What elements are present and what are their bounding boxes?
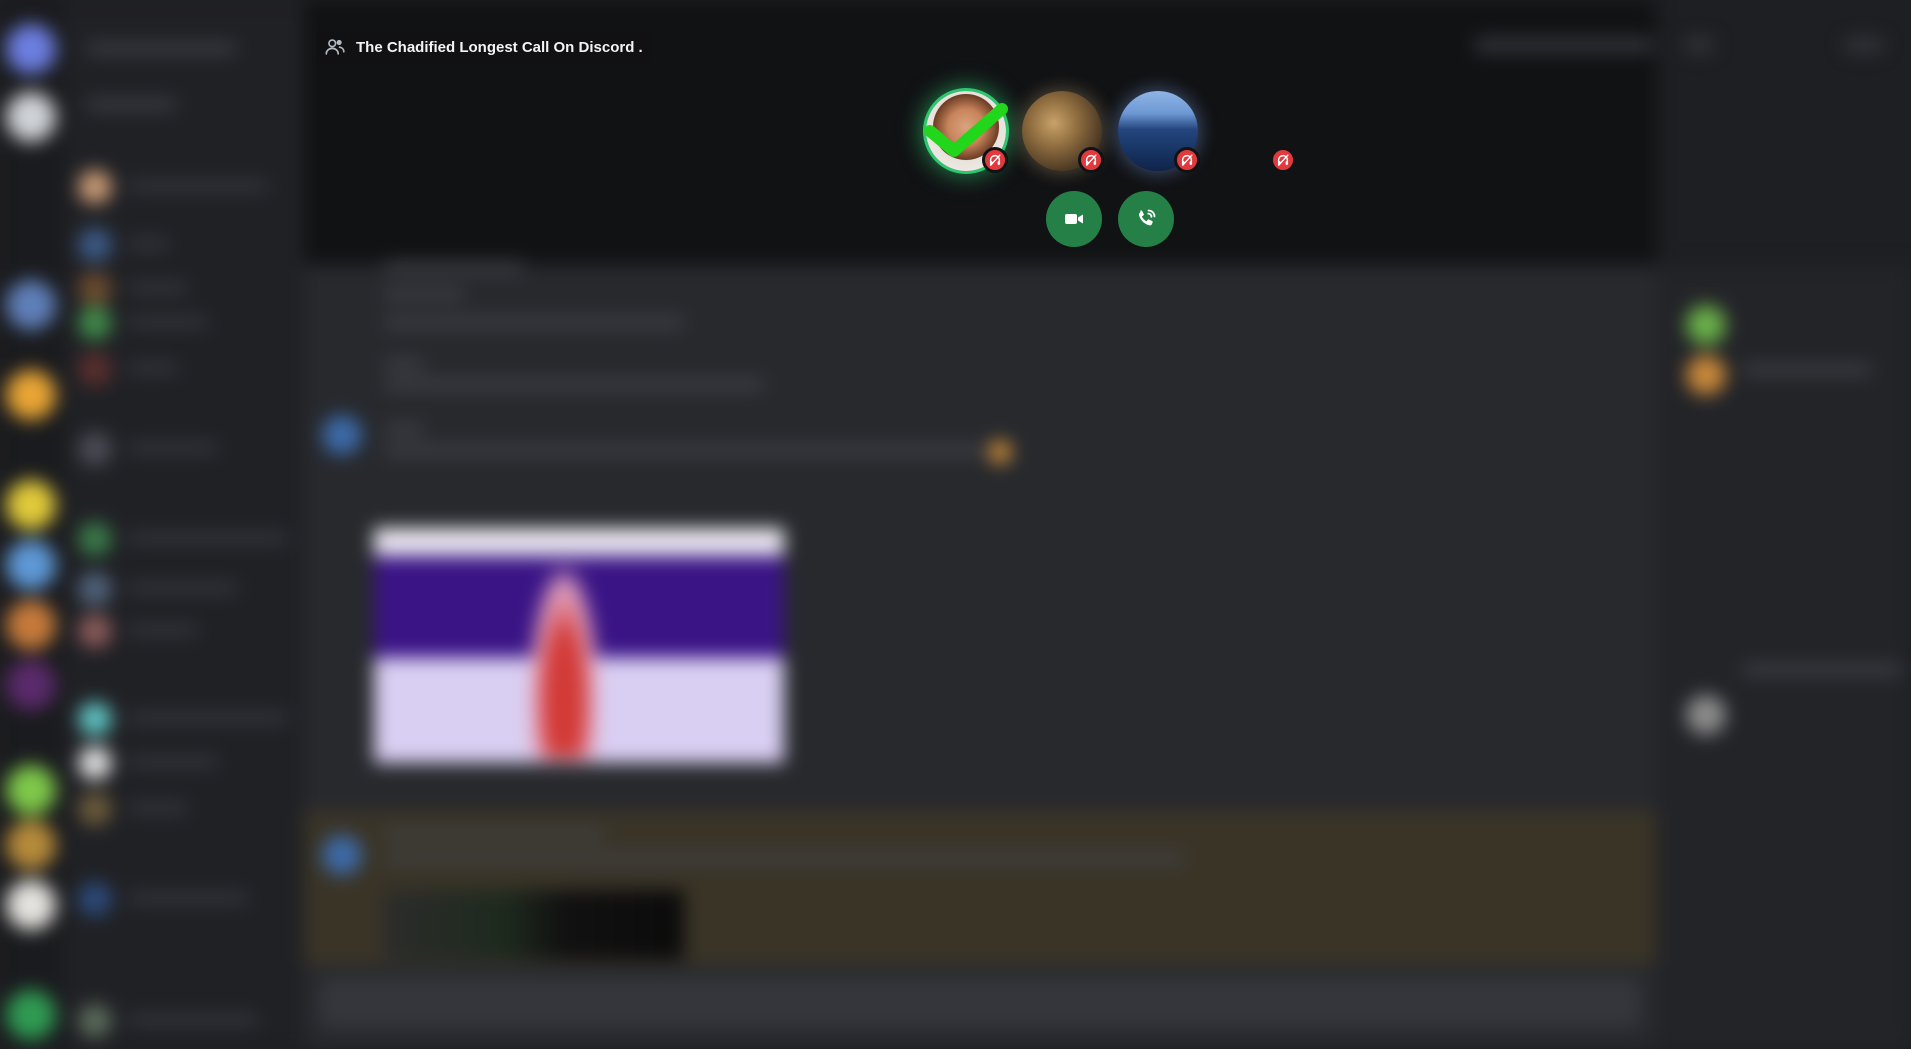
- dm-item[interactable]: [78, 790, 298, 826]
- call-participant-4[interactable]: [1214, 91, 1296, 173]
- search-bar[interactable]: [86, 44, 236, 53]
- dm-item[interactable]: [78, 744, 298, 780]
- dm-item[interactable]: [78, 570, 298, 606]
- dm-item[interactable]: [78, 350, 298, 386]
- server-icon[interactable]: [6, 765, 56, 815]
- call-participant-2[interactable]: [1022, 91, 1104, 173]
- call-title-bar: The Chadified Longest Call On Discord .: [316, 31, 651, 63]
- mentioned-message: [304, 810, 1656, 965]
- server-icon[interactable]: [6, 820, 56, 870]
- dm-item[interactable]: [78, 168, 298, 204]
- server-icon[interactable]: [6, 280, 56, 330]
- dm-item[interactable]: [78, 880, 298, 916]
- message-line: [384, 290, 464, 299]
- toolbar-icon[interactable]: [1844, 38, 1884, 52]
- camera-icon: [1065, 214, 1083, 224]
- toolbar-icons[interactable]: [1474, 38, 1654, 52]
- call-participant-3[interactable]: [1118, 91, 1200, 173]
- user-panel: [78, 1002, 298, 1038]
- server-icon[interactable]: [6, 660, 56, 710]
- server-icon[interactable]: [6, 540, 56, 590]
- message-line: [384, 318, 684, 327]
- emoji: [988, 440, 1012, 464]
- dm-item[interactable]: [78, 430, 298, 466]
- server-icon[interactable]: [6, 880, 56, 930]
- muted-badge: [1270, 147, 1296, 173]
- group-dm-icon: [325, 39, 345, 55]
- headphones-off-icon: [1277, 154, 1289, 166]
- dm-item[interactable]: [78, 270, 298, 306]
- server-icon[interactable]: [6, 370, 56, 420]
- join-voice-button[interactable]: [1118, 191, 1174, 247]
- muted-badge: [1174, 147, 1200, 173]
- call-title[interactable]: The Chadified Longest Call On Discord .: [356, 39, 643, 56]
- discord-window: The Chadified Longest Call On Discord .: [0, 0, 1911, 1049]
- phone-ringing-icon: [1138, 209, 1156, 226]
- muted-badge: [1078, 147, 1104, 173]
- dm-item[interactable]: [78, 304, 298, 340]
- dm-item[interactable]: [78, 700, 298, 736]
- message-line: [384, 380, 764, 389]
- muted-badge: [982, 147, 1008, 173]
- join-with-video-button[interactable]: [1046, 191, 1102, 247]
- headphones-off-icon: [1085, 154, 1097, 166]
- server-icon[interactable]: [6, 600, 56, 650]
- message-line: [384, 262, 524, 271]
- server-rail: [0, 0, 64, 1049]
- message-embed-image[interactable]: [374, 528, 784, 763]
- dm-list: [64, 0, 304, 1049]
- message-avatar[interactable]: [322, 415, 362, 455]
- server-icon[interactable]: [6, 92, 56, 142]
- headphones-off-icon: [989, 154, 1001, 166]
- member-list: [1656, 265, 1911, 1049]
- server-icon[interactable]: [6, 990, 56, 1040]
- message-input[interactable]: [320, 978, 1640, 1028]
- dm-item[interactable]: [78, 612, 298, 648]
- toolbar-icon[interactable]: [1684, 38, 1714, 52]
- message-line: [384, 360, 424, 369]
- call-participant-1[interactable]: [924, 91, 1008, 173]
- dm-item[interactable]: [78, 520, 298, 556]
- dm-item[interactable]: [78, 226, 298, 262]
- friends-link[interactable]: [86, 100, 176, 109]
- server-icon[interactable]: [6, 480, 56, 530]
- message-line: [384, 446, 984, 455]
- server-icon[interactable]: [6, 24, 56, 74]
- message-line: [384, 425, 424, 434]
- headphones-off-icon: [1181, 154, 1193, 166]
